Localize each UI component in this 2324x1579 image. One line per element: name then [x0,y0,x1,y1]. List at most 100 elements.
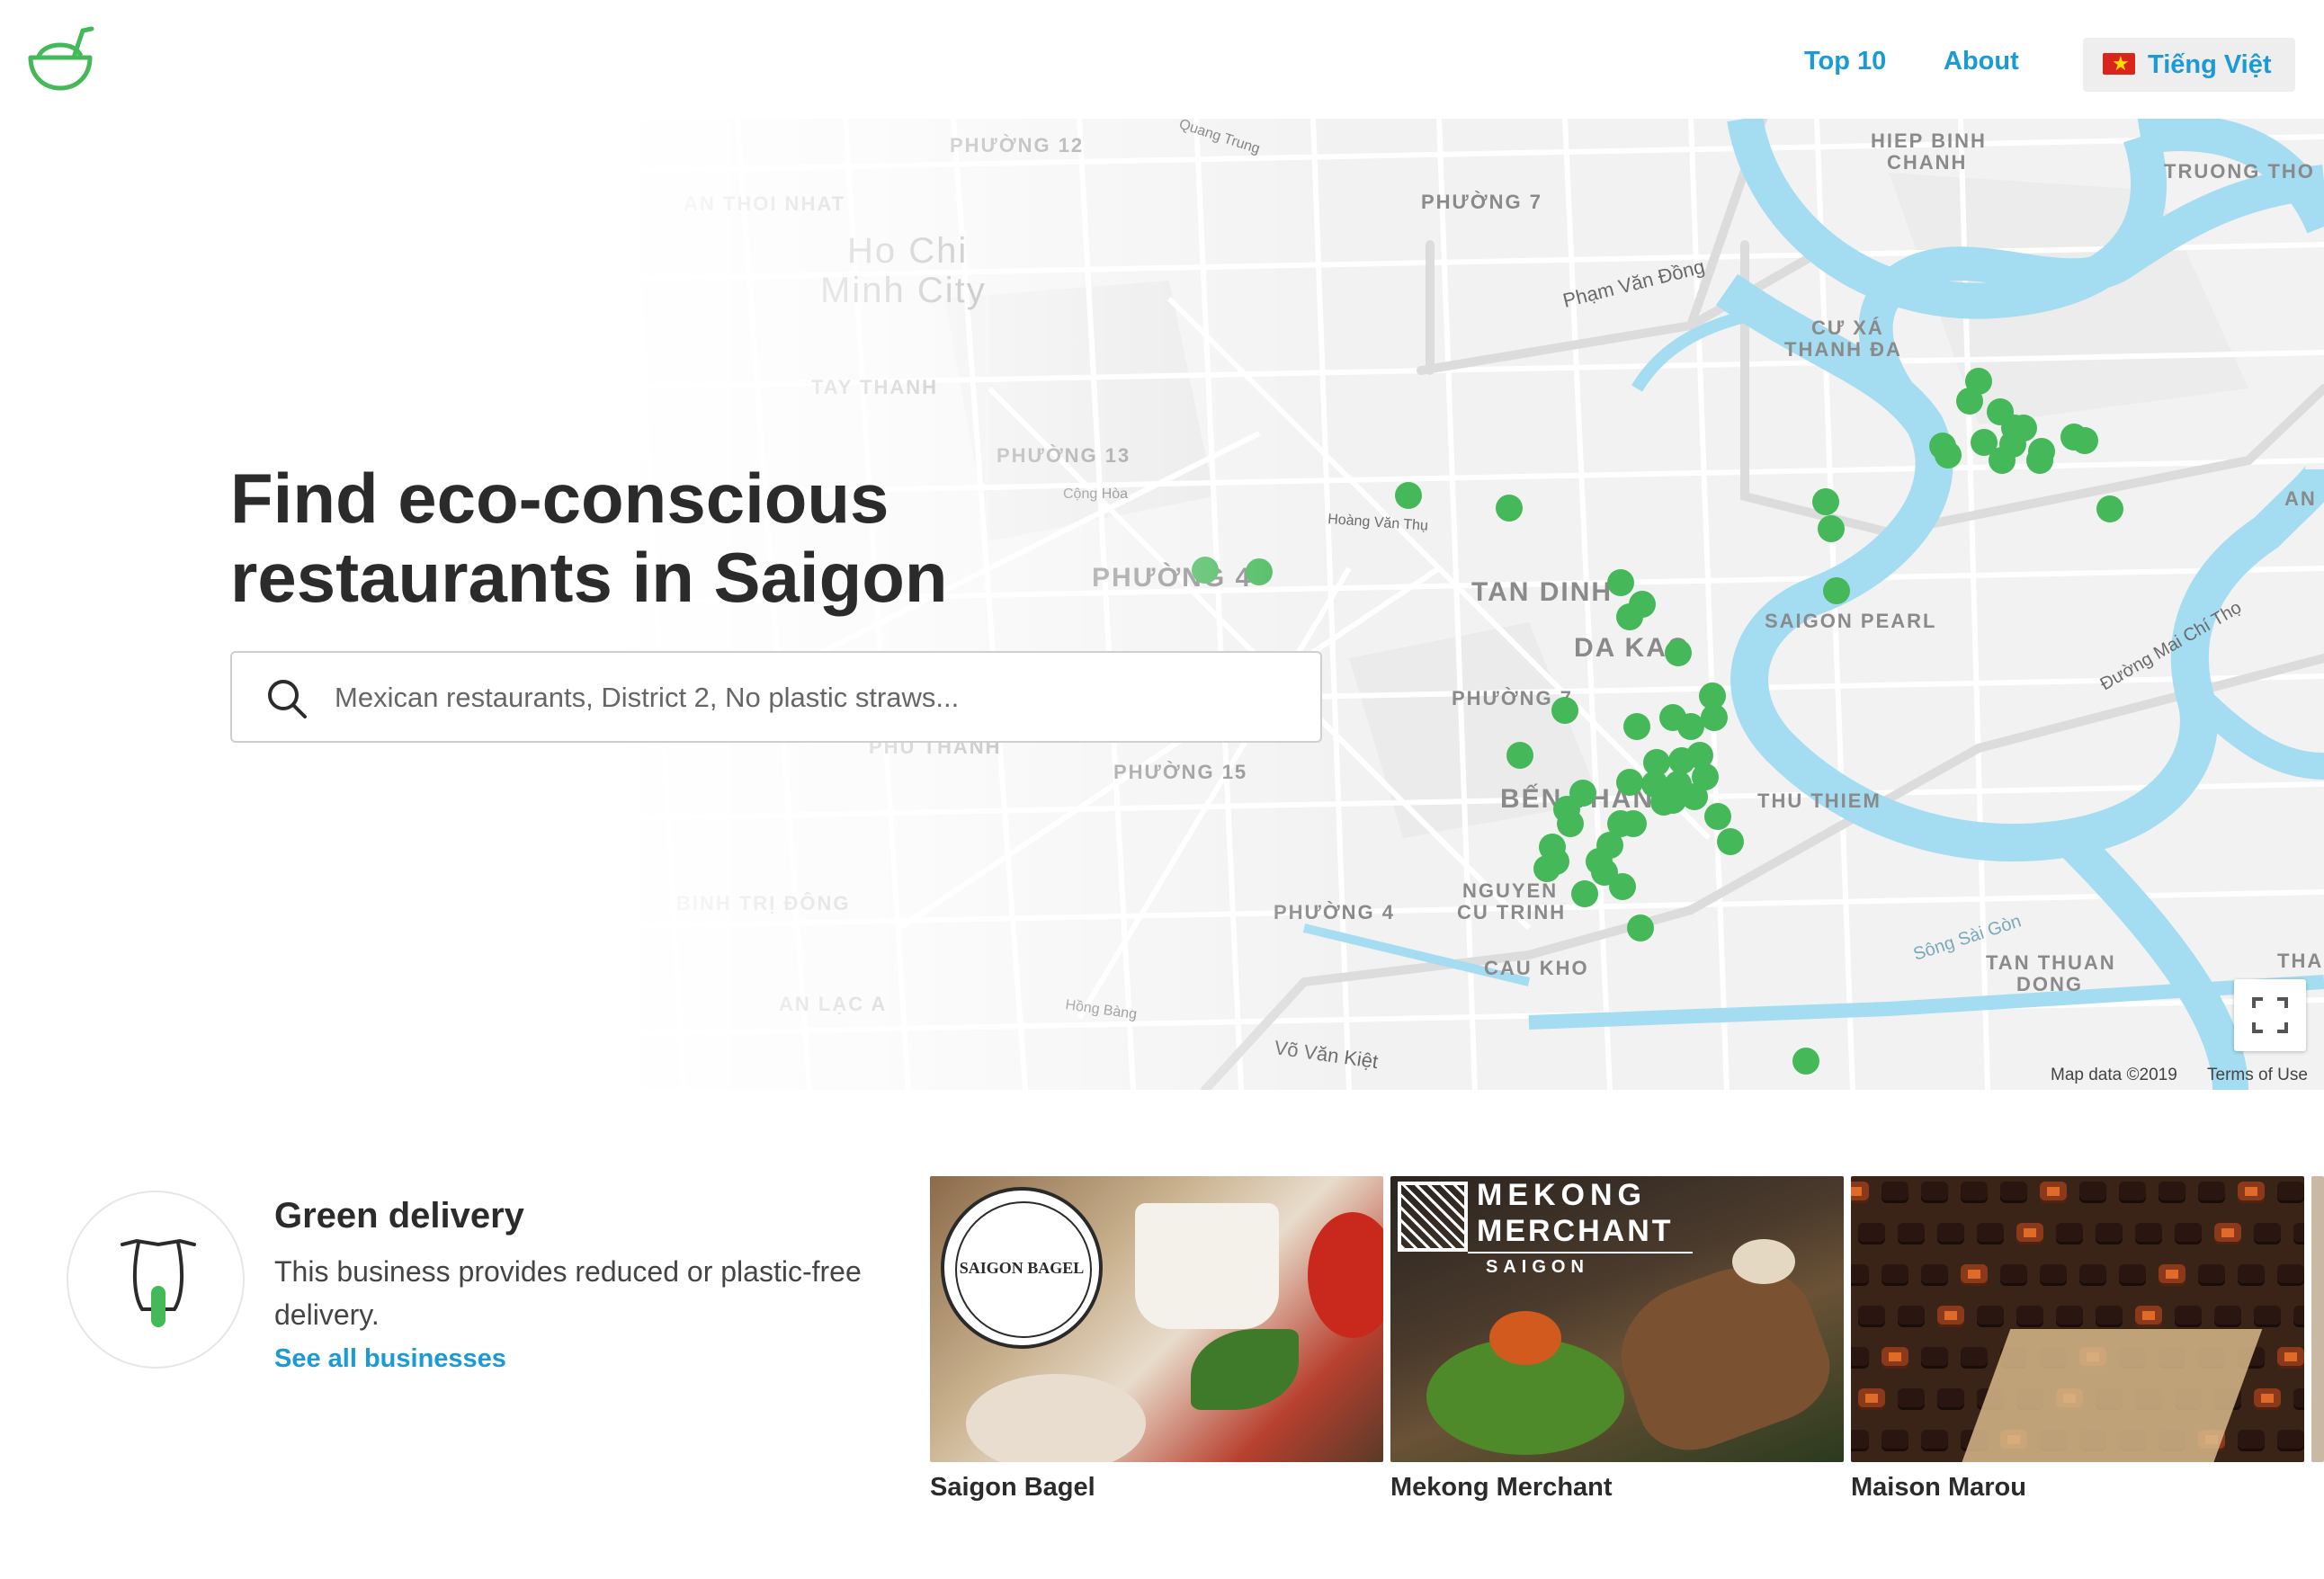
restaurant-marker[interactable] [1677,713,1704,740]
chocolate-piece [2175,1306,2202,1327]
chocolate-piece [2159,1264,2185,1286]
chocolate-piece [1851,1182,1869,1203]
chocolate-piece [2293,1223,2304,1244]
restaurant-marker[interactable] [2071,427,2098,454]
chocolate-piece [2293,1388,2304,1410]
chocolate-piece [1921,1347,1948,1369]
chocolate-piece [2079,1264,2106,1286]
business-card-saigon-bagel[interactable]: SAIGON BAGEL Saigon Bagel [930,1176,1383,1503]
business-card-partial[interactable] [2311,1176,2324,1462]
nav-about-link[interactable]: About [1944,47,2019,76]
map-label: SAIGON PEARL [1765,610,1936,632]
search-box[interactable] [230,651,1322,743]
business-card-mekong-merchant[interactable]: MEKONG MERCHANT SAIGON Mekong Merchant [1390,1176,1844,1503]
chocolate-piece [1937,1306,1964,1327]
restaurant-marker[interactable] [1596,832,1623,859]
restaurant-marker[interactable] [1681,783,1708,810]
chocolate-piece [2238,1430,2265,1451]
restaurant-marker[interactable] [1823,577,1850,604]
chocolate-piece [1851,1430,1869,1451]
chocolate-piece [2096,1223,2123,1244]
see-all-businesses-link[interactable]: See all businesses [274,1344,506,1374]
chocolate-piece [2056,1306,2083,1327]
vietnam-flag-icon: ★ [2103,52,2135,75]
restaurant-marker[interactable] [1506,742,1533,769]
restaurant-marker[interactable] [1192,557,1219,584]
map-label: Ho Chi [847,231,968,271]
restaurant-marker[interactable] [1533,855,1560,882]
restaurant-marker[interactable] [1665,639,1692,666]
chocolate-piece [1882,1182,1908,1203]
language-switch-button[interactable]: ★ Tiếng Việt [2083,38,2295,92]
card-title: Maison Marou [1851,1473,2026,1502]
chocolate-piece [1921,1430,1948,1451]
card-title: Saigon Bagel [930,1473,1095,1502]
maison-marou-photo [1851,1176,2304,1462]
coconut-bowl-icon[interactable] [25,25,97,97]
restaurant-marker[interactable] [1623,713,1650,740]
restaurant-marker[interactable] [1571,880,1598,907]
chocolate-piece [2198,1264,2225,1286]
chocolate-piece [2016,1306,2043,1327]
restaurant-marker[interactable] [1616,603,1643,630]
map-label: CAU KHO [1484,957,1589,979]
restaurant-marker[interactable] [1627,914,1654,941]
map-label: DONG [2016,973,2083,995]
hero-title: Find eco-conscious restaurants in Saigon [230,459,948,617]
chocolate-piece [1977,1306,2004,1327]
chocolate-piece [1961,1264,1988,1286]
restaurant-marker[interactable] [1650,789,1677,816]
chocolate-piece [1921,1182,1948,1203]
restaurant-marker[interactable] [1704,803,1731,830]
header: Top 10 About ★ Tiếng Việt [0,0,2324,119]
chocolate-piece [2277,1182,2304,1203]
chocolate-piece [2119,1182,2146,1203]
restaurant-marker[interactable] [1935,442,1962,468]
restaurant-marker[interactable] [1496,495,1523,522]
restaurant-marker[interactable] [1557,810,1584,837]
map-label: Minh City [820,271,987,310]
restaurant-marker[interactable] [1971,429,1998,456]
restaurant-marker[interactable] [1956,388,1983,415]
chocolate-piece [2293,1306,2304,1327]
feature-description: This business provides reduced or plasti… [274,1255,862,1331]
map-label: TAY THANH [811,376,938,398]
chocolate-piece [2198,1182,2225,1203]
chocolate-piece [2000,1182,2027,1203]
restaurant-marker[interactable] [1701,704,1728,731]
map-label: AN [2284,487,2317,510]
chocolate-piece [1898,1223,1925,1244]
restaurant-marker[interactable] [1246,558,1273,585]
restaurant-marker[interactable] [2096,495,2123,522]
chocolate-piece [2214,1306,2241,1327]
map-label: BINH TRỊ ĐÔNG [676,892,850,914]
restaurant-marker[interactable] [1551,697,1578,724]
terms-of-use-link[interactable]: Terms of Use [2207,1066,2308,1085]
restaurant-marker[interactable] [1812,488,1839,515]
mekong-merchant-logo: MEKONG MERCHANT SAIGON [1396,1178,1693,1286]
restaurant-marker[interactable] [2026,447,2053,474]
chocolate-piece [1882,1430,1908,1451]
chocolate-piece [2079,1182,2106,1203]
chocolate-piece [2238,1264,2265,1286]
restaurant-marker[interactable] [1607,569,1634,596]
restaurant-marker[interactable] [1395,482,1422,509]
feature-title: Green delivery [274,1196,524,1236]
restaurant-marker[interactable] [1609,873,1636,900]
fullscreen-button[interactable] [2234,979,2306,1051]
restaurant-marker[interactable] [1717,828,1744,855]
restaurant-marker[interactable] [1818,515,1845,542]
language-label: Tiếng Việt [2148,50,2272,79]
search-input[interactable] [333,669,1290,727]
map-label: CƯ XÁ [1811,317,1884,339]
chocolate-piece [1977,1223,2004,1244]
map-label: PHƯỜNG 4 [1274,901,1395,923]
nav-top10-link[interactable]: Top 10 [1804,47,1886,76]
chocolate-piece [1882,1347,1908,1369]
restaurant-marker[interactable] [1620,810,1647,837]
chocolate-piece [2135,1223,2162,1244]
restaurant-marker[interactable] [1792,1048,1819,1075]
restaurant-marker[interactable] [1616,769,1643,796]
business-card-maison-marou[interactable]: Maison Marou [1851,1176,2304,1503]
chocolate-piece [2175,1223,2202,1244]
